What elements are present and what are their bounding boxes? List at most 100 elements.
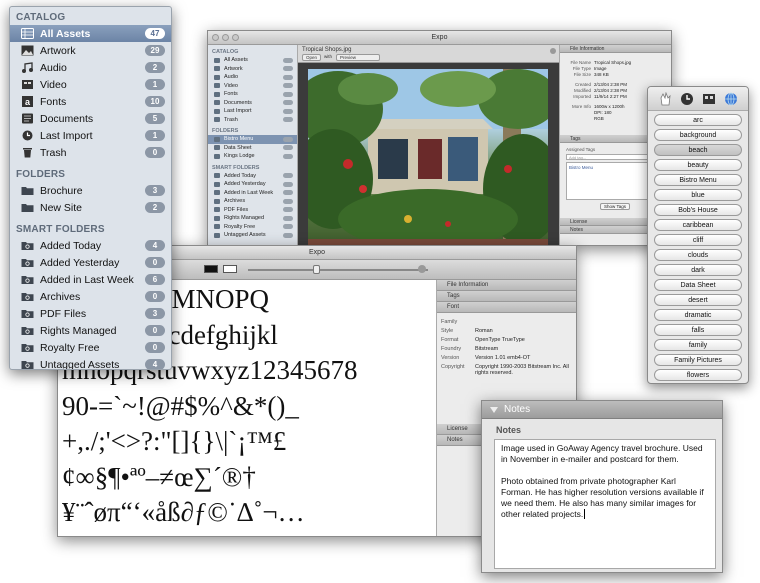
mini-sidebar-item[interactable]: Added Today [208,172,297,181]
tag-caribbean[interactable]: caribbean [654,219,742,231]
mini-sidebar-item[interactable]: Royalty Free [208,223,297,232]
tag-family[interactable]: family [654,339,742,351]
sidebar-item-documents[interactable]: Documents 5 [10,110,171,127]
tag-beauty[interactable]: beauty [654,159,742,171]
tag-flowers[interactable]: flowers [654,369,742,381]
item-icon [214,232,220,238]
sidebar-item-new-site[interactable]: New Site 2 [10,199,171,216]
info-field-key: File Type [572,65,591,71]
sidebar-item-rights-managed[interactable]: Rights Managed 0 [10,322,171,339]
disclosure-triangle-icon[interactable] [490,406,498,413]
mini-sidebar-item[interactable]: Added Yesterday [208,180,297,189]
font-info-field: Style Roman [437,326,576,335]
background-color-swatch[interactable] [223,265,237,273]
item-icon [214,190,220,196]
mini-count-badge [283,153,293,159]
main-window-titlebar: Expo [208,31,671,45]
tag-falls[interactable]: falls [654,324,742,336]
tag-bob-s-house[interactable]: Bob's House [654,204,742,216]
tag-cliff[interactable]: cliff [654,234,742,246]
sidebar-item-video[interactable]: Video 1 [10,76,171,93]
open-with-app-select[interactable]: Preview [336,54,380,61]
tag-bistro-menu[interactable]: Bistro Menu [654,174,742,186]
tag-data-sheet[interactable]: Data Sheet [654,279,742,291]
globe-icon[interactable] [723,91,739,107]
info-field-key: File Name [570,59,591,65]
smart-folder-icon [20,274,34,286]
sidebar-item-artwork[interactable]: Artwork 29 [10,42,171,59]
sidebar-item-untagged-assets[interactable]: Untagged Assets 4 [10,356,171,369]
sidebar-item-brochure[interactable]: Brochure 3 [10,182,171,199]
file-info-heading[interactable]: File Information [560,45,671,53]
sidebar-item-royalty-free[interactable]: Royalty Free 0 [10,339,171,356]
mini-sidebar-item[interactable]: Rights Managed [208,214,297,223]
sidebar-item-fonts[interactable]: a Fonts 10 [10,93,171,110]
font-field-value [475,319,574,325]
mini-sidebar-item[interactable]: Last Import [208,107,297,116]
font-size-slider-knob[interactable] [313,265,320,274]
mini-sidebar-item[interactable]: Bistro Menu [208,135,297,144]
tag-background[interactable]: background [654,129,742,141]
text-color-swatch[interactable] [204,265,218,273]
gear-icon[interactable] [550,48,556,54]
show-tags-button[interactable]: Show Tags [600,203,630,210]
film-icon[interactable] [701,91,717,107]
mini-sidebar-item[interactable]: All Assets [208,56,297,65]
tag-blue[interactable]: blue [654,189,742,201]
mini-sidebar-item[interactable]: Archives [208,197,297,206]
clock-icon[interactable] [679,91,695,107]
mini-sidebar-item[interactable]: Kings Lodge [208,152,297,161]
sidebar-item-trash[interactable]: Trash 0 [10,144,171,161]
sidebar-item-archives[interactable]: Archives 0 [10,288,171,305]
tropical-shops-photo [308,69,548,245]
sidebar-item-label: Last Import [40,129,93,142]
font-file-info-heading[interactable]: File Information [437,280,576,291]
mini-sidebar-item[interactable]: Video [208,82,297,91]
mini-sidebar-item[interactable]: Trash [208,116,297,125]
font-window-title: Expo [309,249,325,256]
tag-dark[interactable]: dark [654,264,742,276]
font-sample-line: 90-=`~!@#$%^&*()_ [62,390,299,421]
notes-text-area[interactable]: Image used in GoAway Agency travel broch… [494,439,716,569]
text-cursor [584,509,586,519]
sidebar-item-pdf-files[interactable]: PDF Files 3 [10,305,171,322]
item-icon [214,181,220,187]
window-controls[interactable] [212,34,239,41]
font-field-key: Family [441,318,458,325]
mini-sidebar-item[interactable]: Added in Last Week [208,189,297,198]
sidebar-item-added-yesterday[interactable]: Added Yesterday 0 [10,254,171,271]
mini-sidebar-item[interactable]: PDF Files [208,206,297,215]
mini-sidebar-item[interactable]: Untagged Assets [208,231,297,240]
tag-desert[interactable]: desert [654,294,742,306]
open-button[interactable]: Open [302,54,322,61]
tag-dramatic[interactable]: dramatic [654,309,742,321]
tag-beach[interactable]: beach [654,144,742,156]
mini-sidebar-item[interactable]: Audio [208,73,297,82]
font-field-value: Roman [475,327,493,334]
mini-count-badge [283,181,293,187]
mini-count-badge [283,100,293,106]
gear-icon[interactable] [418,265,426,273]
hand-icon[interactable] [657,91,673,107]
sidebar-item-added-in-last-week[interactable]: Added in Last Week 6 [10,271,171,288]
mini-sidebar-item[interactable]: Documents [208,99,297,108]
mini-sidebar-item[interactable]: Fonts [208,90,297,99]
sidebar-item-added-today[interactable]: Added Today 4 [10,237,171,254]
assigned-tag[interactable]: Bistro Menu [569,165,593,170]
mini-sidebar-label: Added Yesterday [224,181,266,188]
tag-arc[interactable]: arc [654,114,742,126]
notes-panel-header[interactable]: Notes [482,401,722,419]
tag-clouds[interactable]: clouds [654,249,742,261]
sidebar-item-last-import[interactable]: Last Import 1 [10,127,171,144]
tag-family-pictures[interactable]: Family Pictures [654,354,742,366]
item-icon [214,117,220,123]
mini-sidebar-label: Fonts [224,91,238,98]
sidebar-item-all-assets[interactable]: All Assets 47 [10,25,171,42]
sidebar-item-label: Added in Last Week [40,273,134,286]
mini-sidebar-item[interactable]: Data Sheet [208,144,297,153]
font-size-slider-track[interactable] [248,269,428,271]
font-tags-heading[interactable]: Tags [437,291,576,302]
mini-sidebar-item[interactable]: Artwork [208,65,297,74]
font-heading[interactable]: Font [437,302,576,313]
sidebar-item-audio[interactable]: Audio 2 [10,59,171,76]
